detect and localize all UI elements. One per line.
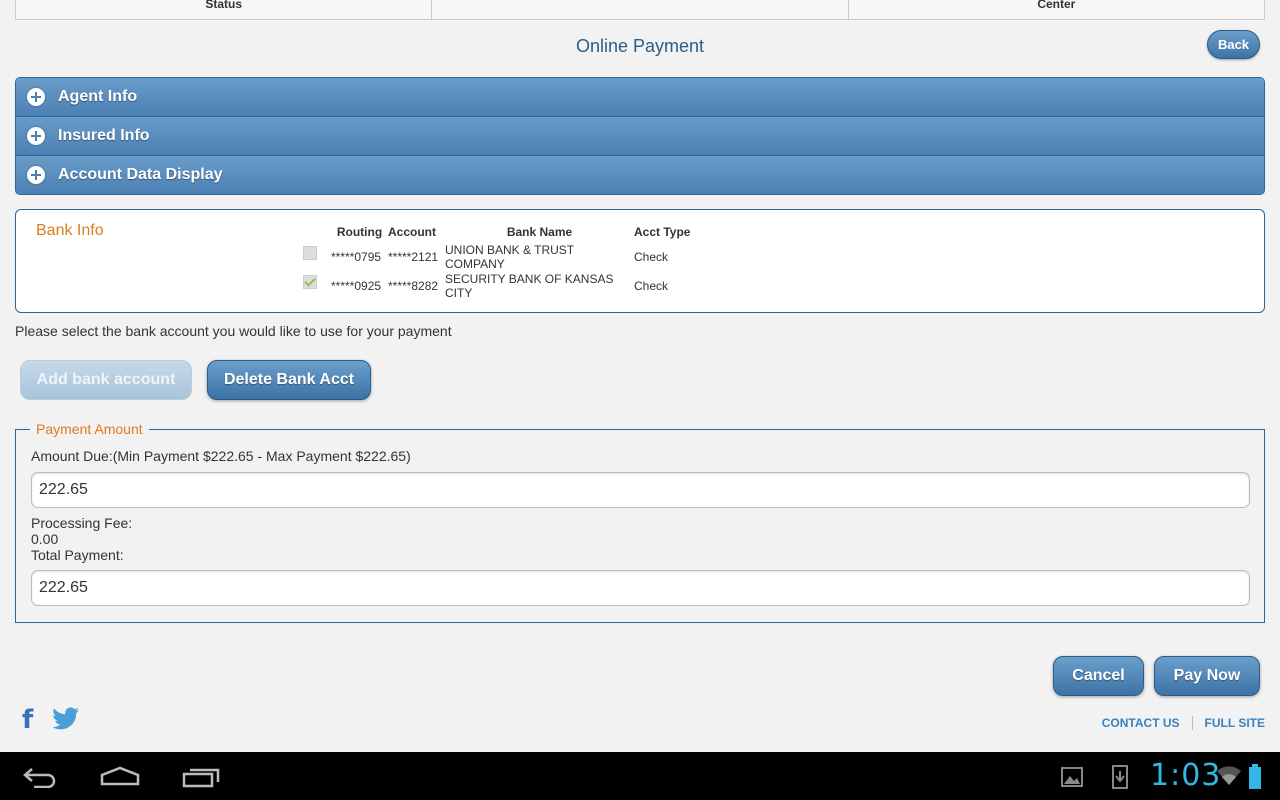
page-title: Online Payment — [575, 36, 705, 56]
table-row[interactable]: *****0795 *****2121 UNION BANK & TRUST C… — [301, 242, 704, 271]
plus-icon — [27, 127, 45, 145]
payment-amount-panel: Payment Amount Amount Due:(Min Payment $… — [15, 421, 1265, 623]
accordion-label: Account Data Display — [58, 166, 223, 183]
processing-fee-value: 0.00 — [31, 531, 59, 547]
footer-links: CONTACT US FULL SITE — [1102, 716, 1265, 730]
account-cell: *****2121 — [388, 249, 439, 264]
total-payment-field[interactable]: 222.65 — [31, 570, 1250, 606]
bank-name-cell: SECURITY BANK OF KANSAS CITY — [445, 271, 614, 300]
fee-block: Processing Fee: 0.00 Total Payment: — [31, 515, 132, 563]
header-acct-type: Acct Type — [634, 225, 691, 239]
header-routing: Routing — [336, 225, 383, 239]
acct-type-cell: Check — [634, 278, 669, 293]
account-cell: *****8282 — [388, 278, 439, 293]
amount-due-label: Amount Due:(Min Payment $222.65 - Max Pa… — [31, 448, 411, 464]
gallery-icon — [1061, 767, 1083, 787]
tab-status[interactable]: Status — [16, 0, 433, 19]
acct-type-cell: Check — [634, 249, 669, 264]
twitter-icon[interactable] — [50, 707, 80, 731]
payment-amount-legend: Payment Amount — [30, 421, 149, 437]
accordion-account-data[interactable]: Account Data Display — [16, 156, 1264, 194]
back-icon[interactable] — [22, 766, 58, 788]
bank-info-title: Bank Info — [36, 222, 104, 239]
pay-now-button[interactable]: Pay Now — [1154, 656, 1260, 696]
accordion-label: Insured Info — [58, 127, 150, 144]
delete-bank-account-button[interactable]: Delete Bank Acct — [207, 360, 371, 400]
routing-cell: *****0795 — [331, 249, 382, 264]
select-account-instruction: Please select the bank account you would… — [15, 323, 452, 339]
footer-divider — [1191, 716, 1193, 730]
header-account: Account — [388, 225, 436, 239]
processing-fee-label: Processing Fee: — [31, 515, 133, 531]
table-row[interactable]: *****0925 *****8282 SECURITY BANK OF KAN… — [301, 271, 704, 300]
info-accordion: Agent Info Insured Info Account Data Dis… — [15, 77, 1265, 195]
contact-us-link[interactable]: CONTACT US — [1102, 716, 1180, 730]
add-bank-account-button[interactable]: Add bank account — [20, 360, 192, 400]
plus-icon — [27, 88, 45, 106]
home-icon[interactable] — [100, 766, 140, 786]
full-site-link[interactable]: FULL SITE — [1205, 716, 1265, 730]
accordion-insured-info[interactable]: Insured Info — [16, 117, 1264, 156]
routing-cell: *****0925 — [331, 278, 382, 293]
clock: 1:03 — [1150, 758, 1222, 793]
total-payment-label: Total Payment: — [31, 547, 124, 563]
accordion-label: Agent Info — [58, 88, 138, 105]
payment-amount-input[interactable]: 222.65 — [31, 472, 1250, 508]
recent-apps-icon[interactable] — [182, 766, 220, 788]
bank-accounts-table: Routing Account Bank Name Acct Type ****… — [301, 222, 704, 300]
accordion-agent-info[interactable]: Agent Info — [16, 78, 1264, 117]
tab-middle[interactable] — [432, 0, 849, 19]
account-checkbox[interactable] — [303, 245, 317, 260]
top-tab-strip: Status Center — [15, 0, 1265, 20]
bank-name-cell: UNION BANK & TRUST COMPANY — [445, 242, 574, 271]
wifi-icon — [1217, 766, 1241, 785]
account-checkbox-checked[interactable] — [303, 274, 317, 289]
header-bank-name: Bank Name — [506, 225, 573, 239]
cancel-button[interactable]: Cancel — [1053, 656, 1144, 696]
bank-info-panel: Bank Info Routing Account Bank Name Acct… — [15, 209, 1265, 313]
tab-center[interactable]: Center — [849, 0, 1264, 19]
plus-icon — [27, 166, 45, 184]
system-navigation-bar: 1:03 — [0, 752, 1280, 800]
battery-icon — [1249, 764, 1261, 789]
download-icon — [1112, 765, 1128, 789]
back-button[interactable]: Back — [1207, 30, 1260, 59]
table-header: Routing Account Bank Name Acct Type — [301, 222, 704, 242]
facebook-icon[interactable]: f — [22, 706, 33, 734]
